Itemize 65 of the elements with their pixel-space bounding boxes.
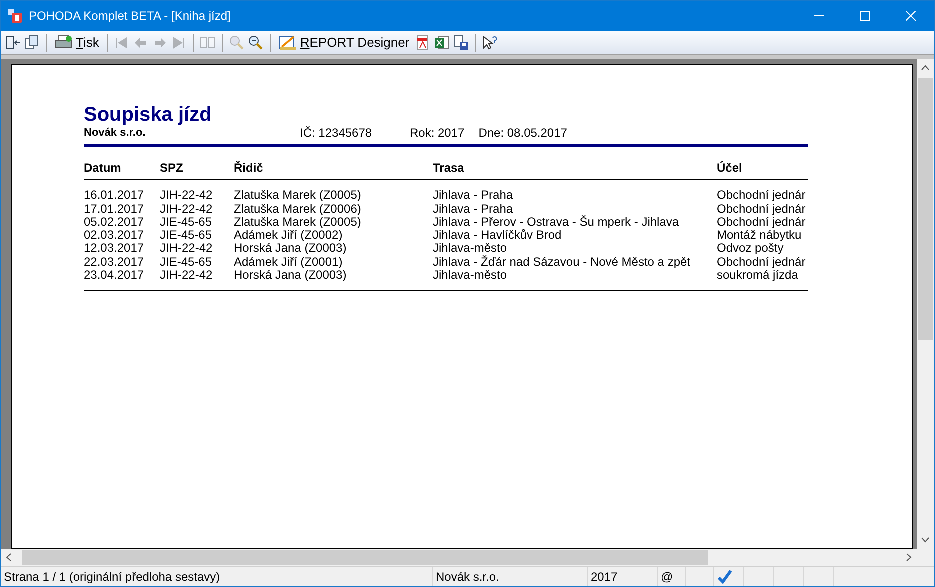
- column-header: Řidič: [234, 162, 264, 176]
- app-logo-icon: [7, 8, 23, 24]
- table-cell-text: Zlatuška Marek (Z0005): [234, 216, 362, 230]
- table-cell-text: Obchodní jednár: [717, 202, 807, 216]
- company-id: IČ: 12345678: [300, 126, 374, 140]
- print-button[interactable]: Tisk: [53, 32, 102, 54]
- year-status: 2017: [591, 570, 618, 584]
- table-cell-text: JIH-22-42: [160, 269, 214, 282]
- table-cell-text: 12.03.2017: [84, 242, 146, 256]
- column-header: SPZ: [160, 162, 184, 176]
- table-cell-text: Odvoz pošty: [717, 242, 784, 256]
- company-status: Novák s.r.o.: [436, 570, 500, 584]
- table-cell-text: Horská Jana (Z0003): [234, 242, 348, 256]
- report-title: Soupiska jízd: [84, 104, 213, 126]
- table-cell-text: Obchodní jednár: [717, 189, 807, 203]
- table-cell-text: Jihlava-město: [433, 242, 508, 256]
- printer-icon: [55, 34, 73, 50]
- table-cell-text: 05.02.2017: [84, 216, 146, 230]
- table-cell-text: soukromá jízda: [717, 269, 798, 282]
- table-cell-text: 17.01.2017: [84, 202, 146, 216]
- table-cell-text: JIH-22-42: [160, 189, 214, 203]
- table-cell-text: Zlatuška Marek (Z0005): [234, 189, 362, 203]
- table-cell-text: Jihlava - Havlíčkův Brod: [433, 229, 563, 242]
- table-cell-text: Montáž nábytku: [717, 229, 802, 242]
- table-cell-text: JIH-22-42: [160, 242, 214, 256]
- column-header: Účel: [717, 162, 744, 176]
- table-cell-text: Horská Jana (Z0003): [234, 269, 348, 282]
- table-cell-text: 22.03.2017: [84, 256, 146, 270]
- table-cell-text: Obchodní jednár: [717, 256, 807, 270]
- maximize-icon[interactable]: [860, 11, 870, 21]
- table-cell-text: Adámek Jiří (Z0002): [234, 229, 343, 242]
- table-cell-text: Jihlava-město: [433, 269, 508, 282]
- table-cell-text: 23.04.2017: [84, 269, 146, 282]
- table-cell-text: JIH-22-42: [160, 202, 214, 216]
- table-cell-text: 16.01.2017: [84, 189, 146, 203]
- table-cell-text: Zlatuška Marek (Z0006): [234, 202, 362, 216]
- table-cell-text: JIE-45-65: [160, 229, 214, 242]
- ruler-pencil-icon: [279, 34, 298, 50]
- mail-status: @: [661, 570, 674, 584]
- table-cell-text: Jihlava - Praha: [433, 202, 514, 216]
- table-cell-text: 02.03.2017: [84, 229, 146, 242]
- table-cell-text: Jihlava - Praha: [433, 189, 514, 203]
- window-title: POHODA Komplet BETA - [Kniha jízd]: [29, 9, 232, 23]
- help-pointer-icon[interactable]: [482, 34, 498, 50]
- spreadsheet-icon[interactable]: [434, 34, 450, 50]
- table-cell-text: JIE-45-65: [160, 256, 214, 270]
- table-cell-text: Jihlava - Přerov - Ostrava - Šu mperk - Jihlava: [433, 216, 680, 229]
- documents-icon[interactable]: [24, 34, 40, 50]
- close-icon[interactable]: [906, 11, 916, 21]
- save-document-icon[interactable]: [452, 34, 469, 50]
- company-name: Novák s.r.o.: [84, 126, 147, 140]
- report-designer-button[interactable]: REPORT Designer: [277, 32, 412, 54]
- report-date: Dne: 08.05.2017: [478, 126, 568, 140]
- exit-door-icon[interactable]: [5, 34, 21, 50]
- table-cell-text: Adámek Jiří (Z0001): [234, 256, 344, 270]
- table-cell-text: Obchodní jednár: [717, 216, 807, 230]
- report-year: Rok: 2017: [410, 126, 465, 140]
- checkmark-icon: [717, 570, 733, 584]
- pdf-document-icon[interactable]: [414, 34, 431, 50]
- table-cell-text: Jihlava - Žďár nad Sázavou - Nové Město a zpět: [433, 256, 692, 270]
- table-cell-text: JIE-45-65: [160, 216, 214, 230]
- page-status: Strana 1 / 1 (originální předloha sestavy): [4, 570, 220, 584]
- column-header: Trasa: [433, 162, 466, 176]
- zoom-out-icon[interactable]: [248, 34, 264, 50]
- column-header: Datum: [84, 162, 122, 176]
